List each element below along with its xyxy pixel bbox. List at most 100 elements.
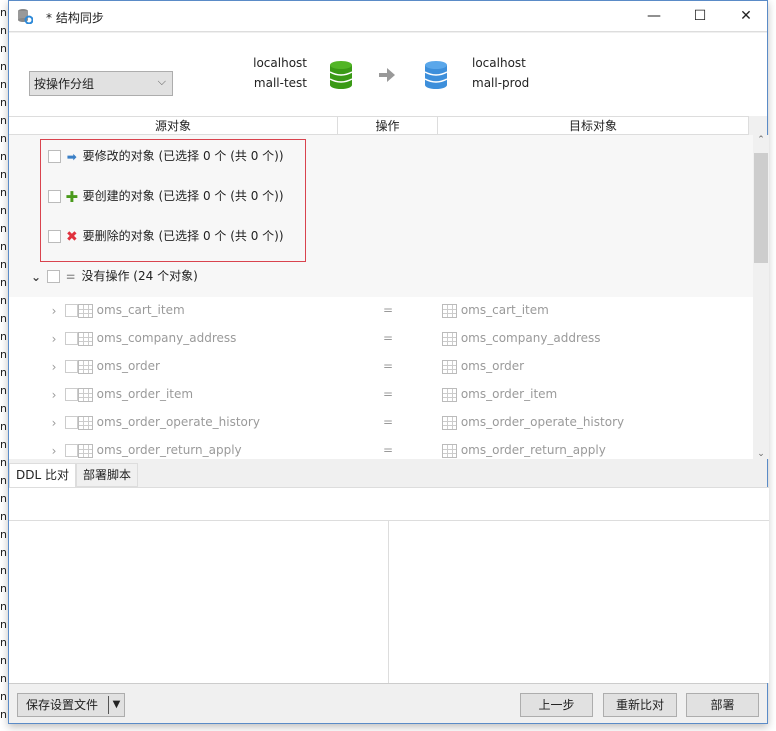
save-profile-label: 保存设置文件 (26, 698, 99, 712)
background-text: n (0, 240, 7, 253)
checkbox[interactable] (64, 444, 78, 457)
back-button[interactable]: 上一步 (520, 693, 593, 717)
background-text: n (0, 276, 7, 289)
background-text: n (0, 330, 7, 343)
background-text: n (0, 546, 7, 559)
maximize-button[interactable]: ☐ (677, 1, 723, 32)
close-button[interactable]: ✕ (723, 1, 769, 32)
plus-icon: ✚ (65, 187, 79, 206)
equals-icon: = (65, 269, 76, 284)
target-object: oms_company_address (460, 331, 601, 345)
source-object: oms_order (96, 359, 160, 373)
column-target[interactable]: 目标对象 (438, 117, 749, 135)
checkbox[interactable] (64, 388, 78, 401)
scroll-down-icon[interactable]: ⌄ (753, 449, 769, 459)
action-cell: = (383, 387, 394, 401)
column-source[interactable]: 源对象 (9, 117, 338, 135)
source-host: localhost (253, 56, 307, 70)
checkbox[interactable] (64, 360, 78, 373)
table-icon (77, 303, 93, 318)
tab-deploy-script[interactable]: 部署脚本 (76, 463, 139, 487)
chevron-right-icon[interactable]: › (47, 440, 61, 460)
title-bar: * 结构同步 — ☐ ✕ (9, 1, 767, 32)
chevron-right-icon[interactable]: › (47, 412, 61, 434)
tab-ddl-compare[interactable]: DDL 比对 (9, 463, 76, 488)
group-no-action[interactable]: ⌄ = 没有操作 (24 个对象) (29, 265, 198, 287)
table-icon (77, 443, 93, 458)
table-icon (77, 359, 93, 374)
table-row[interactable]: › oms_order_return_apply (47, 439, 242, 459)
scrollbar-thumb[interactable] (754, 153, 768, 263)
table-row[interactable]: › oms_order_operate_history (47, 411, 260, 433)
background-text: n (0, 690, 7, 703)
checkbox[interactable] (64, 332, 78, 345)
background-text: n (0, 294, 7, 307)
background-text: n (0, 420, 7, 433)
action-cell: = (383, 303, 394, 317)
background-text: n (0, 204, 7, 217)
database-sync-icon (18, 9, 33, 24)
chevron-down-icon[interactable]: ⌄ (29, 266, 43, 288)
ddl-panel (9, 487, 769, 684)
checkbox[interactable] (64, 416, 78, 429)
checkbox[interactable] (48, 230, 61, 243)
source-object: oms_order_return_apply (96, 443, 242, 457)
checkbox[interactable] (46, 270, 60, 283)
background-text: n (0, 186, 7, 199)
table-row[interactable]: › oms_cart_item (47, 299, 185, 321)
deploy-button[interactable]: 部署 (686, 693, 759, 717)
table-icon (442, 303, 457, 318)
background-text: n (0, 402, 7, 415)
background-text: n (0, 78, 7, 91)
group-label: 要删除的对象 (已选择 0 个 (共 0 个)) (82, 229, 284, 243)
vertical-scrollbar[interactable]: ⌃ ⌄ (753, 135, 769, 459)
chevron-right-icon[interactable]: › (47, 384, 61, 406)
checkbox[interactable] (64, 304, 78, 317)
group-label: 要创建的对象 (已选择 0 个 (共 0 个)) (82, 189, 284, 203)
target-object: oms_order (460, 359, 525, 373)
ddl-splitter[interactable] (388, 520, 389, 684)
background-text: n (0, 600, 7, 613)
target-cell: oms_order_operate_history (442, 411, 624, 433)
background-text: n (0, 708, 7, 721)
background-text: n (0, 528, 7, 541)
chevron-right-icon[interactable]: › (47, 356, 61, 378)
background-text: n (0, 438, 7, 451)
background-text: n (0, 672, 7, 685)
arrow-right-icon: ➡ (66, 149, 77, 164)
background-text: n (0, 114, 7, 127)
target-cell: oms_cart_item (442, 299, 549, 321)
background-text: n (0, 510, 7, 523)
column-action[interactable]: 操作 (338, 117, 438, 135)
group-delete[interactable]: ✖ 要删除的对象 (已选择 0 个 (共 0 个)) (48, 225, 284, 247)
action-cell: = (383, 331, 394, 345)
checkbox[interactable] (48, 190, 61, 203)
background-text: n (0, 564, 7, 577)
table-row[interactable]: › oms_company_address (47, 327, 236, 349)
target-connection: localhost mall-prod (472, 53, 529, 93)
group-create[interactable]: ✚ 要创建的对象 (已选择 0 个 (共 0 个)) (48, 185, 284, 207)
target-host: localhost (472, 56, 526, 70)
group-modify[interactable]: ➡ 要修改的对象 (已选择 0 个 (共 0 个)) (48, 145, 284, 167)
dropdown-arrow-icon[interactable]: ▼ (108, 696, 124, 714)
chevron-right-icon[interactable]: › (47, 328, 61, 350)
save-profile-button[interactable]: 保存设置文件 ▼ (17, 693, 125, 717)
target-object: oms_order_item (460, 387, 558, 401)
target-db: mall-prod (472, 76, 530, 90)
column-headers: 源对象 操作 目标对象 (9, 116, 749, 135)
table-icon (442, 331, 457, 346)
chevron-right-icon[interactable]: › (47, 300, 61, 322)
table-row[interactable]: › oms_order_item (47, 383, 193, 405)
target-database-icon (424, 61, 448, 89)
background-text: n (0, 618, 7, 631)
window-title: * 结构同步 (46, 11, 104, 25)
group-by-select[interactable]: 按操作分组 ⌵ (29, 71, 173, 96)
scroll-up-icon[interactable]: ⌃ (753, 135, 769, 145)
group-label: 要修改的对象 (已选择 0 个 (共 0 个)) (82, 149, 284, 163)
table-icon (442, 415, 457, 430)
background-text: n (0, 366, 7, 379)
recompare-button[interactable]: 重新比对 (603, 693, 677, 717)
table-row[interactable]: › oms_order (47, 355, 160, 377)
minimize-button[interactable]: — (631, 1, 677, 32)
checkbox[interactable] (48, 150, 61, 163)
